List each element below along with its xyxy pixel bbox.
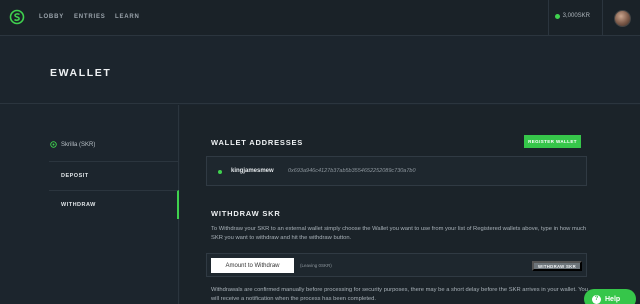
avatar[interactable] — [614, 10, 631, 27]
page-title: EWALLET — [50, 67, 112, 79]
amount-input[interactable]: Amount to Withdraw — [211, 258, 294, 273]
withdraw-button[interactable]: WITHDRAW SKR — [532, 261, 582, 271]
currency-name: Skrilla (SKR) — [61, 141, 96, 148]
wallet-name: kingjamesmew — [231, 168, 274, 174]
skrilla-icon — [50, 141, 57, 148]
help-label: Help — [605, 295, 621, 303]
sidebar-item-withdraw[interactable]: WITHDRAW — [49, 190, 179, 219]
selected-indicator-icon — [218, 170, 222, 174]
top-navbar: LOBBY ENTRIES LEARN 3,000SKR — [0, 0, 640, 36]
leaving-balance: (Leaving 0SKR) — [300, 263, 332, 268]
wallet-row[interactable]: kingjamesmew 0x693a946c4127b37ab5b355465… — [206, 156, 587, 186]
main-content: WALLET ADDRESSES REGISTER WALLET kingjam… — [180, 105, 640, 304]
nav-learn[interactable]: LEARN — [115, 14, 140, 20]
coin-icon — [554, 13, 560, 19]
withdraw-instructions: To Withdraw your SKR to an external wall… — [211, 226, 587, 241]
withdraw-note: Withdrawals are confirmed manually befor… — [211, 287, 588, 302]
balance-display[interactable]: 3,000SKR — [554, 13, 590, 19]
sidebar-item-deposit[interactable]: DEPOSIT — [49, 161, 179, 190]
help-button[interactable]: ? Help — [584, 289, 636, 304]
wallet-address: 0x693a946c4127b37ab5b3554652252089c730a7… — [288, 168, 416, 174]
nav-divider — [602, 0, 603, 36]
wallet-addresses-title: WALLET ADDRESSES — [211, 138, 304, 147]
app-logo-icon[interactable] — [9, 9, 25, 25]
balance-value: 3,000SKR — [562, 13, 590, 19]
nav-lobby[interactable]: LOBBY — [39, 14, 64, 20]
sidebar-item-label: WITHDRAW — [61, 202, 96, 208]
question-icon: ? — [592, 294, 601, 304]
sidebar-item-label: DEPOSIT — [61, 173, 89, 179]
currency-label: Skrilla (SKR) — [50, 141, 95, 148]
page-header: EWALLET — [0, 37, 640, 104]
withdraw-title: WITHDRAW SKR — [211, 209, 281, 218]
amount-row: Amount to Withdraw (Leaving 0SKR) WITHDR… — [206, 253, 587, 277]
register-wallet-button[interactable]: REGISTER WALLET — [524, 135, 581, 148]
nav-entries[interactable]: ENTRIES — [74, 14, 106, 20]
nav-divider — [548, 0, 549, 36]
sidebar: Skrilla (SKR) DEPOSIT WITHDRAW — [0, 105, 179, 304]
